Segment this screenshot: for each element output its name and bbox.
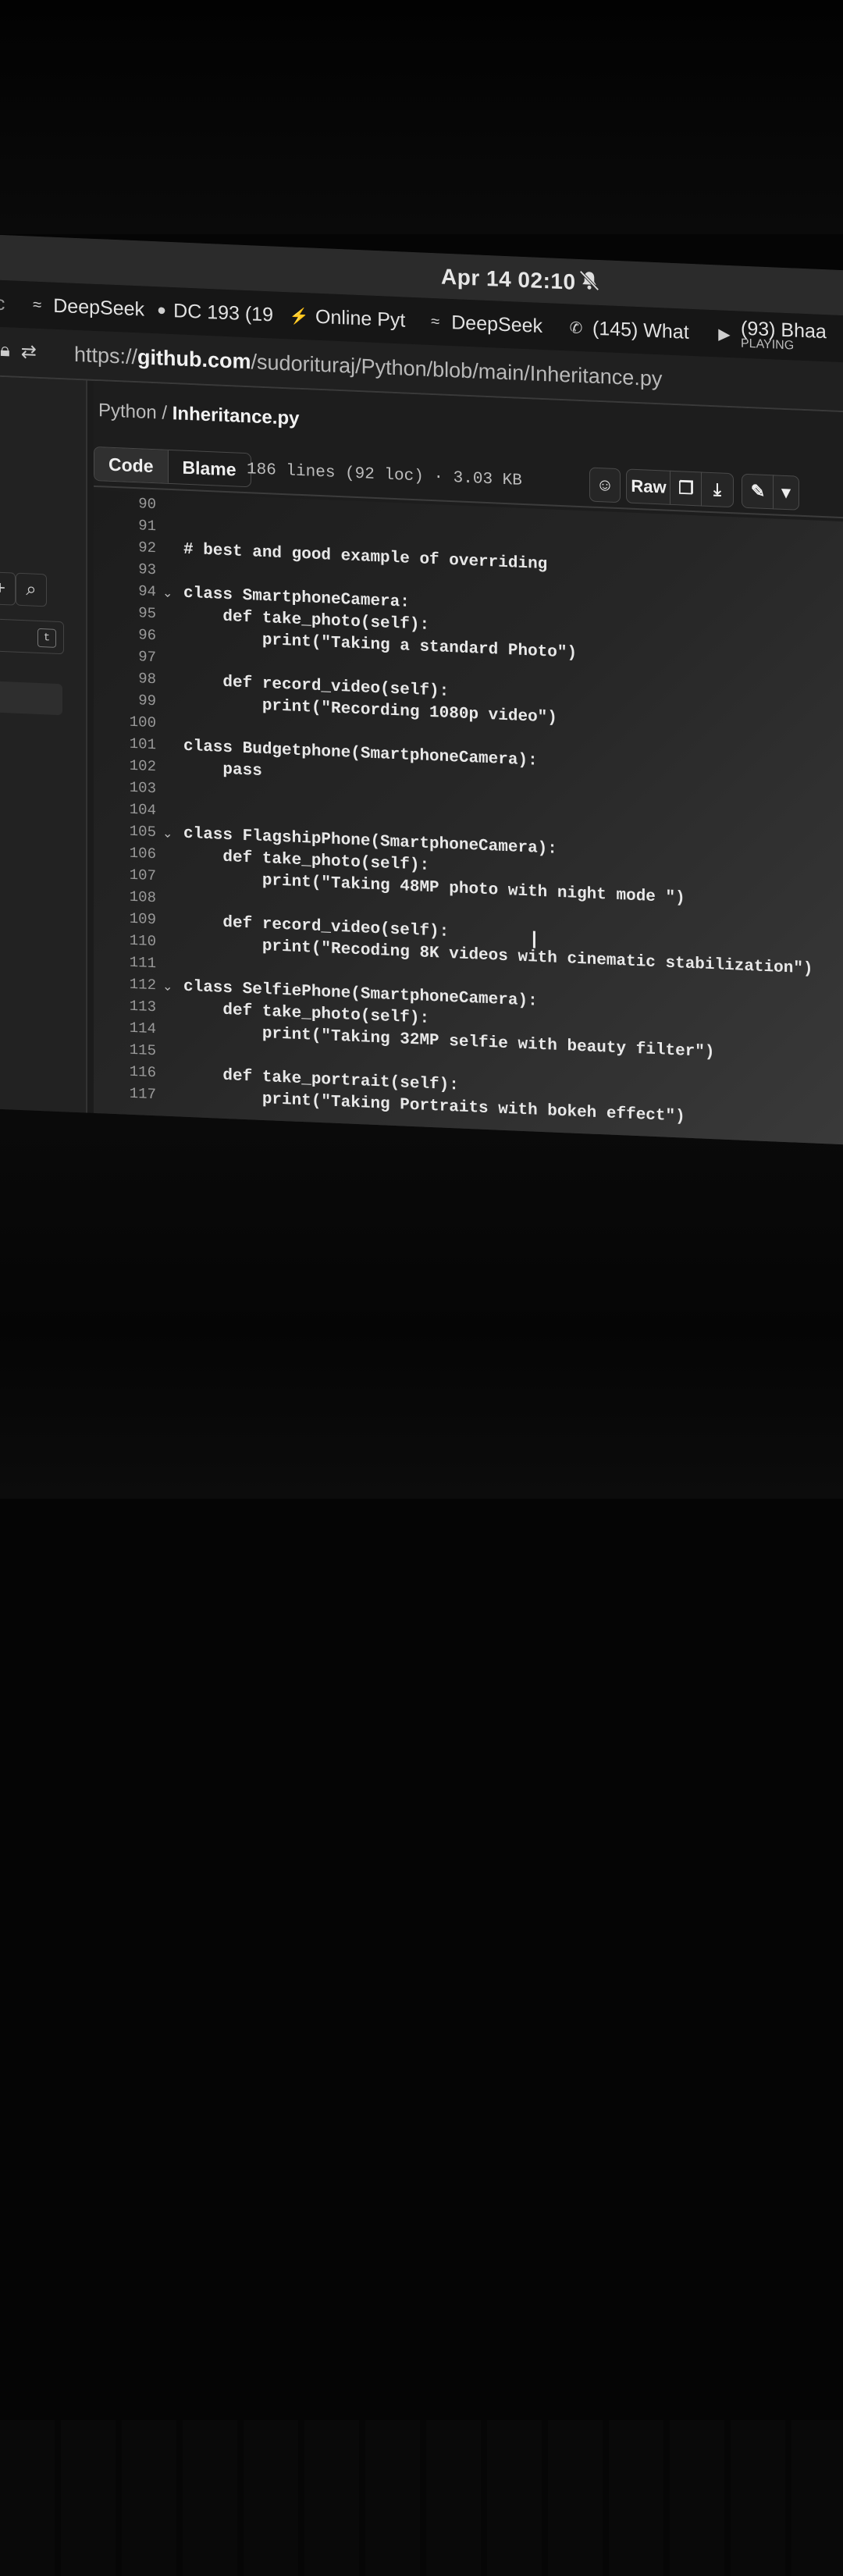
copilot-icon: ☺ <box>596 474 614 495</box>
background-dark-top <box>0 0 843 234</box>
browser-tab[interactable]: ⚡ Online Pyt <box>289 301 406 334</box>
edit-menu-button[interactable]: ▾ <box>773 475 799 511</box>
line-number[interactable]: 105 <box>117 822 156 841</box>
download-button[interactable]: ⤓ <box>701 471 734 508</box>
blame-tab[interactable]: Blame <box>169 450 251 486</box>
deepseek-icon: ≈ <box>33 296 42 314</box>
line-number[interactable]: 109 <box>117 909 156 928</box>
monitor-screen: Apr 14 02:10 nc ≈ DeepSeek ● DC 193 (19 … <box>0 234 843 1145</box>
bolt-icon: ⚡ <box>289 307 309 326</box>
browser-tab[interactable]: ● DC 193 (19 <box>156 296 273 329</box>
code-viewer[interactable]: I 90 91 92 # best and good example of overr… <box>94 489 843 1145</box>
file-info: 186 lines (92 loc) · 3.03 KB <box>247 461 522 490</box>
code-tab[interactable]: Code <box>94 447 169 483</box>
line-number[interactable]: 95 <box>117 603 156 622</box>
youtube-icon: ▶ <box>718 325 731 343</box>
copy-icon: ❐ <box>678 478 694 499</box>
search-button[interactable]: ⌕ <box>16 572 47 607</box>
line-number[interactable]: 108 <box>117 888 156 906</box>
line-number[interactable]: 110 <box>117 931 156 950</box>
chevron-down-icon: ▾ <box>781 482 791 503</box>
edit-button[interactable]: ✎ <box>742 473 774 510</box>
tab-label: DeepSeek <box>451 311 542 337</box>
copilot-button[interactable]: ☺ <box>589 467 621 503</box>
tab-label: Online Pyt <box>315 305 406 332</box>
pencil-icon: ✎ <box>750 481 766 501</box>
line-number[interactable]: 102 <box>117 756 156 775</box>
line-number[interactable]: 115 <box>117 1041 156 1059</box>
line-number[interactable]: 117 <box>117 1084 156 1103</box>
keyboard-shortcut-badge: t <box>37 628 56 648</box>
url-scheme: https:// <box>74 342 138 369</box>
view-mode-toggle: Code Blame <box>94 446 251 488</box>
circle-icon: ● <box>157 301 167 319</box>
url-host: github.com <box>137 345 251 374</box>
breadcrumb-file: Inheritance.py <box>172 403 300 429</box>
code-text: pass <box>183 759 262 781</box>
browser-tab[interactable]: ✆ (145) What <box>566 313 699 347</box>
plus-icon: + <box>0 577 5 600</box>
tab-label-stack: (93) Bhaa PLAYING <box>741 318 827 354</box>
breadcrumb-repo-link[interactable]: Python <box>98 400 157 423</box>
line-number[interactable]: 91 <box>117 516 156 535</box>
browser-tab[interactable]: ▶ (93) Bhaa PLAYING <box>714 315 843 358</box>
fold-chevron-icon[interactable]: ⌄ <box>162 585 175 602</box>
browser-tab[interactable]: ≈ DeepSeek <box>425 308 542 340</box>
line-number[interactable]: 94 <box>117 582 156 600</box>
file-view: Python / Inheritance.py Code Blame 186 l… <box>94 380 843 1145</box>
line-number[interactable]: 113 <box>117 997 156 1016</box>
line-number[interactable]: 112 <box>117 975 156 994</box>
download-icon: ⤓ <box>713 479 721 500</box>
line-number[interactable]: 90 <box>117 494 156 513</box>
search-icon: ⌕ <box>26 578 37 600</box>
notifications-muted-icon[interactable] <box>578 269 601 293</box>
line-number[interactable]: 106 <box>117 844 156 863</box>
line-number[interactable]: 99 <box>117 691 156 710</box>
breadcrumb-separator: / <box>156 402 173 425</box>
line-number[interactable]: 116 <box>117 1062 156 1081</box>
tab-label: DeepSeek <box>53 294 144 321</box>
lock-icon[interactable]: 🔒︎ <box>0 340 10 363</box>
line-number[interactable]: 104 <box>117 800 156 819</box>
line-number[interactable]: 114 <box>117 1019 156 1037</box>
raw-button[interactable]: Raw <box>626 468 671 505</box>
line-number[interactable]: 107 <box>117 866 156 884</box>
file-tree-panel: + ⌕ t <box>0 376 87 1115</box>
add-file-button[interactable]: + <box>0 571 16 606</box>
deepseek-icon: ≈ <box>431 312 440 330</box>
breadcrumb: Python / Inheritance.py <box>98 400 299 430</box>
fold-chevron-icon[interactable]: ⌄ <box>162 826 175 842</box>
fold-chevron-icon[interactable]: ⌄ <box>162 979 175 995</box>
copy-raw-button[interactable]: ❐ <box>670 470 702 507</box>
line-number[interactable]: 96 <box>117 625 156 644</box>
line-number[interactable]: 111 <box>117 953 156 972</box>
line-number[interactable]: 103 <box>117 778 156 797</box>
line-number[interactable]: 98 <box>117 669 156 688</box>
tab-playing-badge: PLAYING <box>741 336 795 353</box>
line-number[interactable]: 100 <box>117 713 156 731</box>
tab-label: DC 193 (19 <box>173 299 273 326</box>
whatsapp-icon: ✆ <box>569 318 583 337</box>
url-path: /sudorituraj/Python/blob/main/Inheritanc… <box>251 350 663 391</box>
raw-label: Raw <box>631 475 667 497</box>
line-number[interactable]: 97 <box>117 647 156 666</box>
line-number[interactable]: 101 <box>117 735 156 753</box>
background-desk <box>0 1077 843 2576</box>
tab-label: (145) What <box>592 317 689 343</box>
file-tree-selected-item[interactable] <box>0 681 62 716</box>
permissions-icon[interactable]: ⇄ <box>21 340 37 364</box>
line-number[interactable]: 93 <box>117 560 156 578</box>
address-bar-icons: 🔒︎ ⇄ <box>0 340 37 364</box>
line-number[interactable]: 92 <box>117 538 156 557</box>
tab-label: nc <box>0 291 5 315</box>
keyboard-shadow <box>0 2420 843 2576</box>
browser-tab[interactable]: ≈ DeepSeek <box>27 290 144 323</box>
browser-tab[interactable]: nc <box>0 289 16 318</box>
system-clock[interactable]: Apr 14 02:10 <box>441 265 576 295</box>
